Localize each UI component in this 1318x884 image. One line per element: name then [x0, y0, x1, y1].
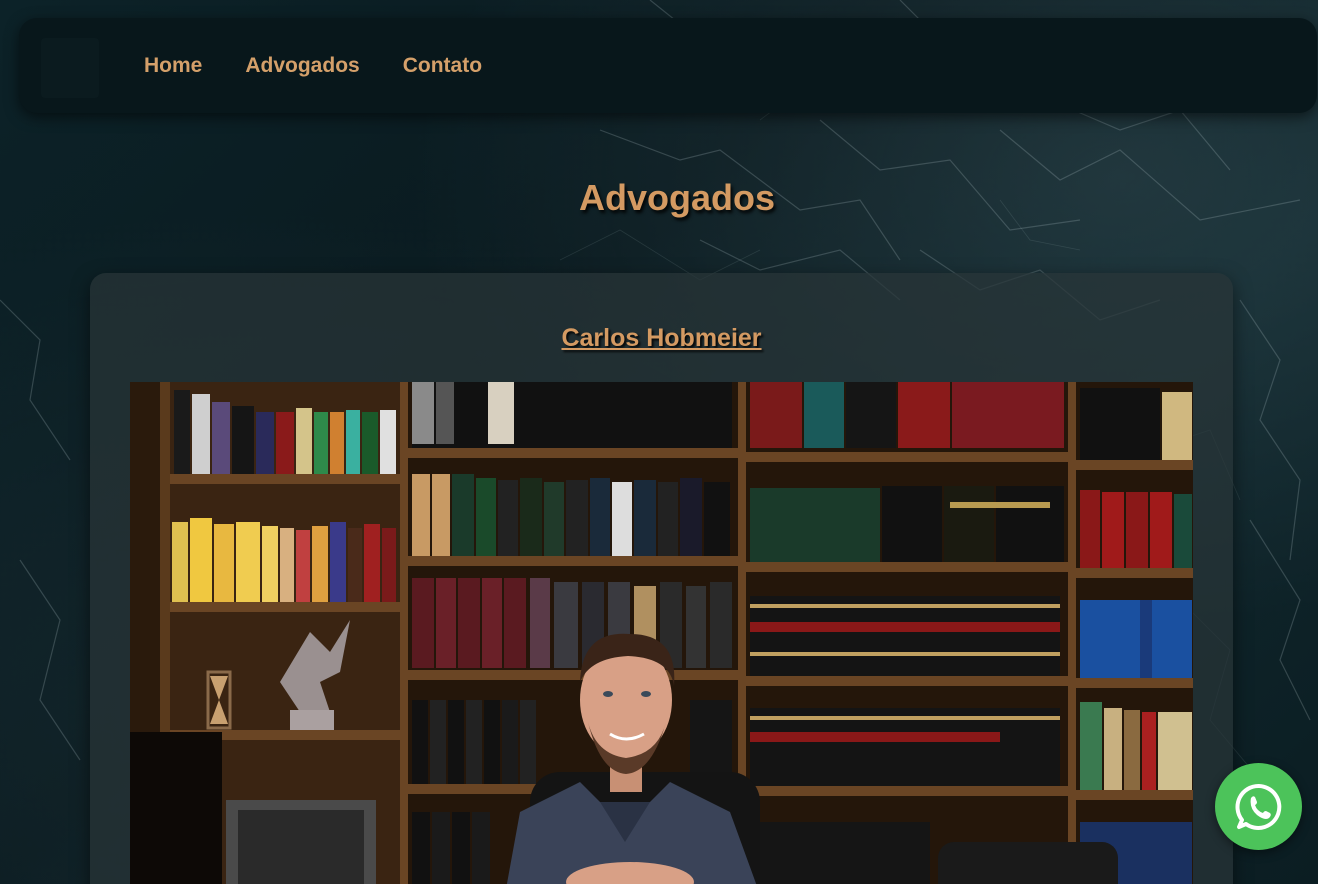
lawyer-card: Carlos Hobmeier	[90, 273, 1233, 884]
lawyer-portrait-photo	[130, 382, 1193, 884]
whatsapp-button[interactable]	[1215, 763, 1302, 850]
logo[interactable]	[41, 38, 99, 98]
top-navbar: Home Advogados Contato	[19, 18, 1317, 113]
page-title: Advogados	[578, 177, 775, 218]
law-firm-logo-icon	[51, 44, 89, 94]
bookshelf-portrait-illustration	[130, 382, 1193, 884]
lawyer-name[interactable]: Carlos Hobmeier	[90, 324, 1233, 353]
nav-link-contato[interactable]: Contato	[403, 54, 482, 78]
nav-link-advogados[interactable]: Advogados	[245, 54, 359, 78]
nav-link-home[interactable]: Home	[144, 54, 202, 78]
whatsapp-icon	[1234, 783, 1281, 830]
nav-links: Home Advogados Contato	[144, 18, 482, 113]
